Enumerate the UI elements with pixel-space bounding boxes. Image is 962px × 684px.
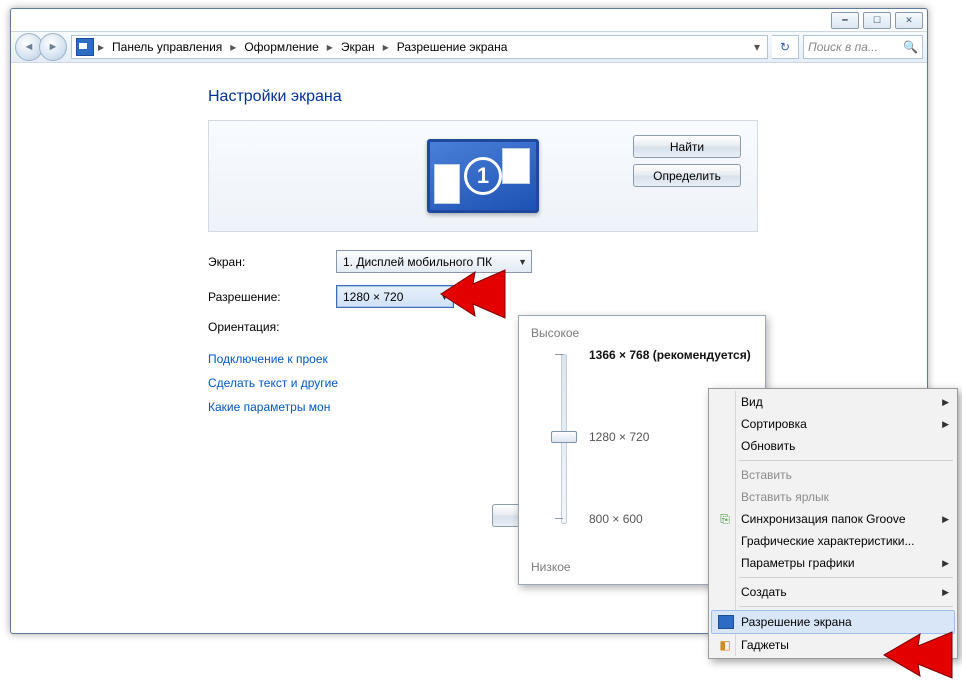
ctx-create[interactable]: Создать▶ (711, 581, 955, 603)
text-size-link[interactable]: Сделать текст и другие (208, 376, 338, 390)
resolution-slider[interactable]: 1366 × 768 (рекомендуется) 1280 × 720 80… (549, 350, 729, 530)
breadcrumb-item[interactable]: Экран (335, 40, 381, 54)
ctx-refresh[interactable]: Обновить (711, 435, 955, 457)
ctx-paste-shortcut: Вставить ярлык (711, 486, 955, 508)
nav-buttons: ◄ ► (15, 33, 67, 61)
chevron-right-icon: ▶ (942, 419, 949, 430)
gadgets-icon: ◧ (717, 637, 733, 653)
chevron-right-icon: ▶ (942, 514, 949, 525)
chevron-right-icon: ▸ (228, 40, 238, 54)
refresh-button[interactable]: ↻ (772, 35, 799, 59)
chevron-right-icon: ▸ (381, 40, 391, 54)
breadcrumb-item[interactable]: Оформление (238, 40, 324, 54)
ctx-view[interactable]: Вид▶ (711, 391, 955, 413)
window-controls: ━ ☐ ✕ (831, 12, 923, 29)
display-preview-box: 1 Найти Определить (208, 120, 758, 232)
resolution-option: 1280 × 720 (589, 430, 649, 444)
search-icon: 🔍 (903, 40, 918, 54)
slider-tick (555, 354, 563, 355)
titlebar: ━ ☐ ✕ (11, 9, 927, 31)
chevron-right-icon: ▶ (942, 397, 949, 408)
ctx-groove-sync[interactable]: ⎘Синхронизация папок Groove▶ (711, 508, 955, 530)
chevron-right-icon: ▶ (942, 587, 949, 598)
slider-thumb[interactable] (551, 431, 577, 443)
chevron-right-icon: ▸ (325, 40, 335, 54)
control-panel-icon (76, 38, 94, 56)
find-button[interactable]: Найти (633, 135, 741, 158)
breadcrumb-item[interactable]: Разрешение экрана (391, 40, 514, 54)
ctx-graphics-props[interactable]: Графические характеристики... (711, 530, 955, 552)
chevron-down-icon: ▼ (518, 257, 527, 267)
window-mini-icon (502, 148, 530, 184)
slider-low-label: Низкое (531, 560, 571, 574)
slider-tick (555, 518, 563, 519)
resolution-value: 1280 × 720 (343, 290, 403, 304)
label-orientation: Ориентация: (208, 320, 336, 334)
ctx-graphics-params[interactable]: Параметры графики▶ (711, 552, 955, 574)
close-button[interactable]: ✕ (895, 12, 923, 29)
ctx-paste: Вставить (711, 464, 955, 486)
ctx-sort[interactable]: Сортировка▶ (711, 413, 955, 435)
chevron-down-icon[interactable]: ▾ (749, 40, 765, 54)
breadcrumb-item[interactable]: Панель управления (106, 40, 228, 54)
projector-link[interactable]: Подключение к проек (208, 352, 328, 366)
address-bar: ◄ ► ▸ Панель управления ▸ Оформление ▸ Э… (11, 31, 927, 63)
menu-separator (739, 460, 953, 461)
search-placeholder: Поиск в па... (808, 40, 878, 54)
monitor-params-link[interactable]: Какие параметры мон (208, 400, 330, 414)
monitor-thumbnail[interactable]: 1 (427, 139, 539, 213)
maximize-button[interactable]: ☐ (863, 12, 891, 29)
resolution-option: 800 × 600 (589, 512, 643, 526)
chevron-right-icon: ▶ (942, 558, 949, 569)
search-input[interactable]: Поиск в па... 🔍 (803, 35, 923, 59)
monitor-number: 1 (464, 157, 502, 195)
groove-icon: ⎘ (717, 511, 733, 527)
menu-separator (739, 577, 953, 578)
monitor-icon (718, 615, 734, 629)
window-mini-icon (434, 164, 460, 204)
breadcrumb[interactable]: ▸ Панель управления ▸ Оформление ▸ Экран… (71, 35, 768, 59)
page-title: Настройки экрана (208, 88, 926, 106)
annotation-arrow-icon (880, 628, 960, 684)
detect-button[interactable]: Определить (633, 164, 741, 187)
minimize-button[interactable]: ━ (831, 12, 859, 29)
menu-separator (739, 606, 953, 607)
desktop-context-menu: Вид▶ Сортировка▶ Обновить Вставить Встав… (708, 388, 958, 659)
slider-high-label: Высокое (531, 326, 753, 340)
annotation-arrow-icon (435, 266, 515, 326)
resolution-option-recommended: 1366 × 768 (рекомендуется) (589, 348, 751, 362)
label-resolution: Разрешение: (208, 290, 336, 304)
forward-button[interactable]: ► (39, 33, 67, 61)
label-screen: Экран: (208, 255, 336, 269)
chevron-right-icon: ▸ (96, 40, 106, 54)
